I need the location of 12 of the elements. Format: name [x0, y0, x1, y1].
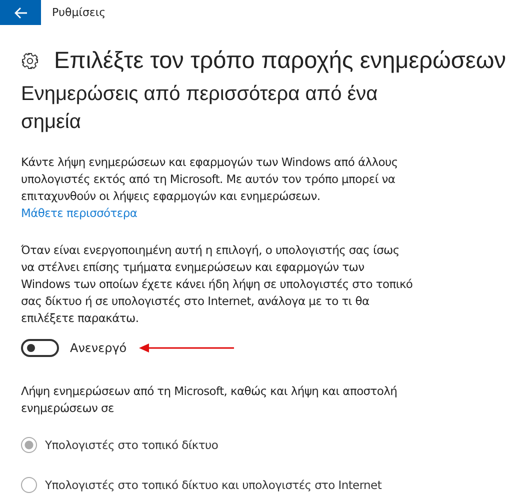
explanation-text: Όταν είναι ενεργοποιημένη αυτή η επιλογή, ο υπολογιστής σας ίσως να στέλνει επίσης τμήματα ενημερώσεων και εφαρμογών των Windows των οποίων έχετε κάνει ήδη λήψη σε υπολογιστές στο τοπικό σας δίκτυο ή σε υπολογιστές στο Internet, ανάλογα με το τι θα επιλέξετε παρακάτω. [21, 242, 414, 327]
learn-more-link[interactable]: Μάθετε περισσότερα [21, 205, 529, 222]
section-title: Ενημερώσεις από περισσότερα από ένα σημεία [21, 82, 379, 135]
toggle-switch[interactable] [21, 339, 59, 357]
radio-intro-text: Λήψη ενημερώσεων από τη Microsoft, καθώς και λήψη και αποστολή ενημερώσεων σε [21, 383, 398, 417]
toggle-label: Ανενεργό [70, 341, 127, 355]
description-text: Κάντε λήψη ενημερώσεων και εφαρμογών των Windows από άλλους υπολογιστές εκτός από τη Microsoft. Με αυτόν τον τρόπο μπορεί να επιταχυνθούν οι λήψεις εφαρμογών και ενημερώσεων. [21, 154, 399, 205]
back-button[interactable] [0, 0, 41, 25]
back-arrow-icon [14, 6, 28, 18]
settings-icon [21, 52, 39, 70]
app-title: Ρυθμίσεις [52, 6, 106, 19]
page-title: Επιλέξτε τον τρόπο παροχής ενημερώσεων [54, 47, 506, 74]
